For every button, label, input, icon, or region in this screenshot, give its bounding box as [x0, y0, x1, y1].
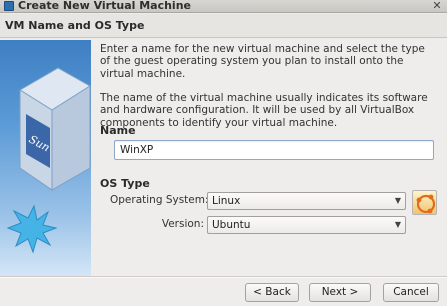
- window-title: Create New Virtual Machine: [18, 0, 191, 12]
- intro-text: Enter a name for the new virtual machine…: [100, 43, 425, 80]
- version-label: Version:: [161, 218, 204, 230]
- info-text: The name of the virtual machine usually …: [100, 92, 428, 129]
- next-button[interactable]: Next >: [309, 283, 371, 302]
- vm-name-input[interactable]: WinXP: [114, 140, 434, 160]
- name-section-label: Name: [100, 124, 136, 137]
- back-button[interactable]: < Back: [245, 283, 299, 302]
- virtualbox-app-icon: [4, 1, 14, 11]
- os-type-section-label: OS Type: [100, 177, 150, 190]
- starburst-shape: [6, 204, 58, 254]
- ubuntu-logo-icon: [412, 190, 437, 215]
- operating-system-value: Linux: [212, 195, 241, 207]
- page-title: VM Name and OS Type: [5, 19, 145, 32]
- operating-system-label: Operating System:: [110, 194, 209, 206]
- footer-separator: [0, 276, 447, 278]
- operating-system-select[interactable]: Linux ▼: [207, 192, 406, 210]
- version-select[interactable]: Ubuntu ▼: [207, 216, 406, 234]
- cancel-button[interactable]: Cancel: [383, 283, 439, 302]
- wizard-side-image: Sun: [0, 40, 91, 276]
- wizard-header: VM Name and OS Type: [0, 14, 447, 38]
- chevron-down-icon: ▼: [394, 196, 401, 205]
- virtualbox-cube-illustration: Sun: [6, 67, 91, 254]
- version-value: Ubuntu: [212, 219, 251, 231]
- chevron-down-icon: ▼: [394, 220, 401, 229]
- window-titlebar[interactable]: Create New Virtual Machine ✕: [0, 0, 447, 13]
- close-icon[interactable]: ✕: [431, 0, 443, 12]
